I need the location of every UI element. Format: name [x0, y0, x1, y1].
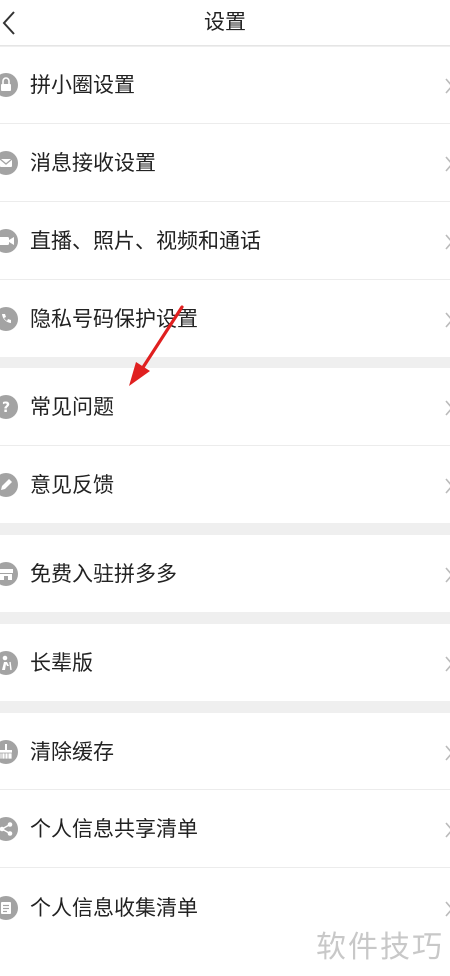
menu-item-label: 拼小圈设置 — [30, 73, 135, 97]
message-icon — [0, 151, 18, 175]
menu-item-faq[interactable]: ? 常见问题 — [0, 368, 450, 446]
menu-item-pxq-settings[interactable]: 拼小圈设置 — [0, 47, 450, 124]
broom-icon — [0, 740, 18, 764]
menu-item-label: 常见问题 — [30, 395, 114, 419]
chevron-right-icon — [445, 822, 450, 838]
menu-item-label: 个人信息共享清单 — [30, 817, 198, 841]
chevron-right-icon — [445, 78, 450, 94]
menu-item-label: 清除缓存 — [30, 740, 114, 764]
question-icon: ? — [0, 395, 18, 419]
settings-page: 设置 拼小圈设置 消息接收设置 直播、照片、视频和通话 隐私号码保护设置 ? 常… — [0, 0, 450, 976]
menu-item-label: 消息接收设置 — [30, 151, 156, 175]
store-icon — [0, 562, 18, 586]
chevron-right-icon — [445, 745, 450, 761]
page-title: 设置 — [204, 10, 246, 34]
menu-item-info-sharing-list[interactable]: 个人信息共享清单 — [0, 790, 450, 868]
elder-icon — [0, 651, 18, 675]
top-bar: 设置 — [0, 0, 450, 46]
list-icon — [0, 896, 18, 920]
menu-item-label: 意见反馈 — [30, 473, 114, 497]
svg-text:?: ? — [2, 400, 10, 416]
menu-item-clear-cache[interactable]: 清除缓存 — [0, 713, 450, 790]
chevron-right-icon — [445, 234, 450, 250]
menu-item-message-settings[interactable]: 消息接收设置 — [0, 124, 450, 202]
menu-item-merchant-join[interactable]: 免费入驻拼多多 — [0, 535, 450, 612]
phone-shield-icon — [0, 307, 18, 331]
chevron-right-icon — [445, 901, 450, 917]
menu-item-media-settings[interactable]: 直播、照片、视频和通话 — [0, 202, 450, 280]
menu-item-label: 直播、照片、视频和通话 — [30, 229, 261, 253]
menu-item-feedback[interactable]: 意见反馈 — [0, 446, 450, 523]
share-icon — [0, 817, 18, 841]
menu-item-label: 免费入驻拼多多 — [30, 562, 177, 586]
lock-icon — [0, 73, 18, 97]
chevron-right-icon — [445, 656, 450, 672]
chevron-right-icon — [445, 156, 450, 172]
video-icon — [0, 229, 18, 253]
menu-item-label: 隐私号码保护设置 — [30, 307, 198, 331]
watermark-text: 软件技巧 — [316, 930, 444, 965]
chevron-right-icon — [445, 567, 450, 583]
menu-item-label: 个人信息收集清单 — [30, 896, 198, 920]
menu-item-label: 长辈版 — [30, 651, 93, 675]
chevron-right-icon — [445, 400, 450, 416]
chevron-right-icon — [445, 478, 450, 494]
menu-item-elder-mode[interactable]: 长辈版 — [0, 624, 450, 701]
edit-icon — [0, 473, 18, 497]
chevron-right-icon — [445, 312, 450, 328]
menu-item-privacy-number[interactable]: 隐私号码保护设置 — [0, 280, 450, 357]
